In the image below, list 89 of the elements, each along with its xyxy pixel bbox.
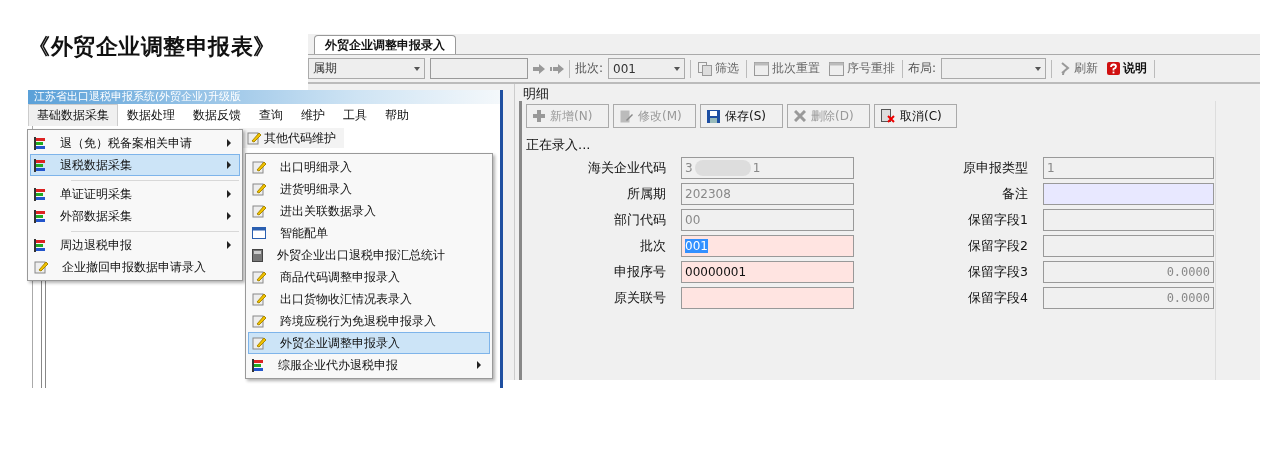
menu-item[interactable]: 智能配单 (248, 222, 490, 244)
menu-item[interactable]: 外贸企业出口退税申报汇总统计 (248, 244, 490, 266)
field-label: 原申报类型 (962, 159, 1028, 177)
menu-item[interactable]: 商品代码调整申报录入 (248, 266, 490, 288)
arrow-right-icon (550, 63, 564, 74)
cancel-button[interactable]: 取消(C) (874, 104, 957, 128)
field-label: 申报序号 (613, 263, 666, 281)
save-button[interactable]: 保存(S) (700, 104, 783, 128)
list-icon (34, 158, 46, 172)
layout-dropdown[interactable] (941, 58, 1047, 79)
menu-item[interactable]: 进出关联数据录入 (248, 200, 490, 222)
menu-item[interactable]: 进货明细录入 (248, 178, 490, 200)
menu-item[interactable]: 外贸企业调整申报录入 (248, 332, 490, 354)
field-label: 保留字段3 (967, 263, 1028, 281)
refresh-button[interactable]: 刷新 (1057, 60, 1101, 77)
input-field[interactable]: 00000001 (681, 261, 854, 283)
help-button[interactable]: 说明 (1105, 60, 1150, 77)
period-dropdown[interactable]: 属期 (308, 58, 425, 79)
menu-bar-item[interactable]: 查询 (250, 104, 292, 126)
reset-batch-button[interactable]: 批次重置 (752, 60, 823, 77)
menu-item[interactable]: 出口明细录入 (248, 156, 490, 178)
layout-label: 布局: (908, 60, 937, 77)
edit-icon (252, 204, 266, 218)
input-field[interactable] (681, 287, 854, 309)
calendar-icon (829, 61, 845, 76)
toolbar-button[interactable]: 其他代码维护 (239, 128, 344, 148)
calendar-icon (754, 61, 770, 76)
menu-bar-item[interactable]: 维护 (292, 104, 334, 126)
list-icon (34, 136, 46, 150)
edit-icon (252, 270, 266, 284)
menu-item[interactable]: 企业撤回申报数据申请录入 (30, 256, 240, 278)
edit-icon (252, 182, 266, 196)
window-title: 江苏省出口退税申报系统(外贸企业)升级版 (28, 90, 500, 104)
status-text: 正在录入... (526, 136, 592, 154)
menu-item[interactable]: 退（免）税备案相关申请 (30, 132, 240, 154)
menu-item[interactable]: 综服企业代办退税申报 (248, 354, 490, 376)
menu-bar-item[interactable]: 工具 (334, 104, 376, 126)
list-icon (252, 358, 264, 372)
field-label: 备注 (1001, 185, 1028, 203)
submenu-arrow-icon (227, 161, 231, 169)
window-icon (252, 227, 266, 239)
submenu-arrow-icon (227, 241, 231, 249)
submenu-arrow-icon (477, 361, 481, 369)
input-field[interactable] (1043, 209, 1214, 231)
field-label: 保留字段2 (967, 237, 1028, 255)
help-icon (1107, 62, 1121, 75)
field-label: 部门代码 (613, 211, 666, 229)
menu-item[interactable]: 外部数据采集 (30, 205, 240, 227)
menu-bar-item[interactable]: 数据处理 (118, 104, 184, 126)
menu-bar-item[interactable]: 数据反馈 (184, 104, 250, 126)
batch-dropdown[interactable]: 001 (608, 58, 686, 79)
input-field[interactable] (1043, 235, 1214, 257)
plus-icon (533, 110, 545, 122)
edit-icon (252, 292, 266, 306)
edit-icon (252, 314, 266, 328)
renumber-button[interactable]: 序号重排 (827, 60, 898, 77)
menu-item[interactable]: 跨境应税行为免退税申报录入 (248, 310, 490, 332)
group-label: 明细 (522, 85, 550, 101)
document-pencil-icon (620, 109, 633, 123)
field-label: 保留字段1 (967, 211, 1028, 229)
close-icon (794, 110, 806, 122)
field-label: 海关企业代码 (587, 159, 666, 177)
edit-icon (247, 131, 261, 145)
list-icon (34, 238, 46, 252)
list-icon (34, 187, 46, 201)
edit-icon (252, 160, 266, 174)
batch-label: 批次: (575, 60, 604, 77)
text-field[interactable] (430, 58, 528, 79)
edit-icon (34, 260, 48, 274)
field-label: 保留字段4 (967, 289, 1028, 307)
filter-button[interactable]: 筛选 (696, 60, 742, 77)
arrow-right-icon (533, 63, 545, 74)
submenu-arrow-icon (227, 190, 231, 198)
field-label: 所属期 (626, 185, 666, 203)
document-cross-icon (881, 109, 895, 123)
page-title: 《外贸企业调整申报表》 (28, 33, 276, 61)
field-label: 批次 (639, 237, 666, 255)
input-field[interactable] (1043, 183, 1214, 205)
menu-item[interactable]: 出口货物收汇情况表录入 (248, 288, 490, 310)
list-icon (34, 209, 46, 223)
tab[interactable]: 外贸企业调整申报录入 (314, 35, 456, 54)
submenu-arrow-icon (227, 212, 231, 220)
field-label: 原关联号 (613, 289, 666, 307)
menu-item[interactable]: 退税数据采集 (30, 154, 240, 176)
menu-bar-item[interactable]: 帮助 (376, 104, 418, 126)
calculator-icon (252, 248, 263, 262)
edit-icon (252, 336, 266, 350)
submenu-arrow-icon (227, 139, 231, 147)
menu-bar-item[interactable]: 基础数据采集 (28, 104, 118, 126)
